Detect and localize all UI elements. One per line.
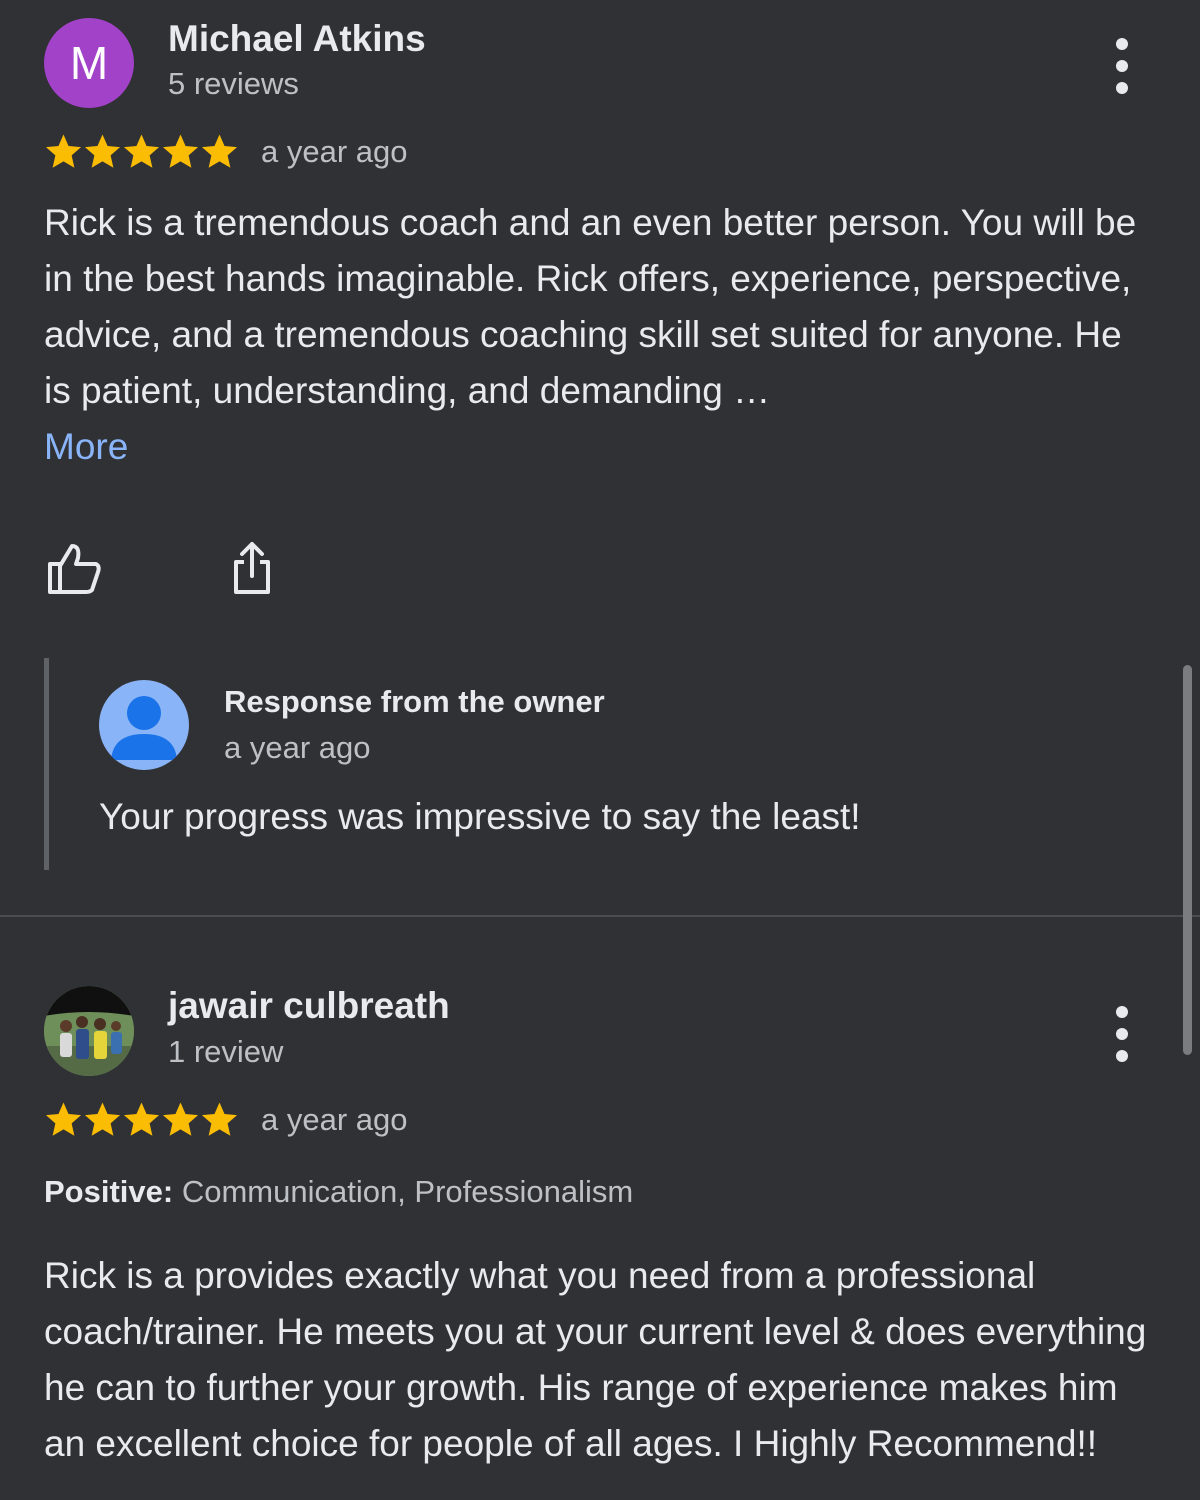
star-icon	[123, 134, 160, 168]
avatar[interactable]	[44, 986, 134, 1076]
author-review-count: 5 reviews	[168, 66, 299, 101]
star-icon	[201, 1102, 238, 1136]
star-icon	[201, 134, 238, 168]
rating-row: a year ago	[44, 1100, 408, 1139]
star-icon	[45, 1102, 82, 1136]
scrollbar[interactable]	[1183, 665, 1192, 1055]
profile-photo	[44, 986, 134, 1076]
review-text: Rick is a tremendous coach and an even b…	[44, 202, 1137, 411]
divider	[0, 915, 1200, 917]
author-name[interactable]: jawair culbreath	[168, 985, 450, 1027]
author-review-count: 1 review	[168, 1034, 284, 1069]
person-icon	[99, 680, 189, 770]
star-icon	[84, 134, 121, 168]
star-icon	[84, 1102, 121, 1136]
star-icon	[162, 1102, 199, 1136]
review-text-block: Rick is a tremendous coach and an even b…	[44, 195, 1154, 475]
owner-response-text: Your progress was impressive to say the …	[99, 796, 861, 837]
positive-values: Communication, Professionalism	[181, 1174, 634, 1209]
star-icon	[123, 1102, 160, 1136]
review-text: Rick is a provides exactly what you need…	[44, 1255, 1147, 1464]
share-icon[interactable]	[222, 538, 282, 598]
positive-label: Positive:	[44, 1174, 174, 1209]
author-name[interactable]: Michael Atkins	[168, 18, 426, 60]
avatar[interactable]: M	[44, 18, 134, 108]
star-icon	[162, 134, 199, 168]
reviews-page: M Michael Atkins 5 reviews a year ago Ri…	[0, 0, 1200, 1500]
owner-response-time: a year ago	[224, 730, 371, 765]
thumb-up-icon[interactable]	[44, 538, 104, 598]
star-icon	[45, 134, 82, 168]
owner-response: Response from the owner a year ago Your …	[44, 658, 1134, 870]
owner-response-title: Response from the owner	[224, 684, 605, 719]
more-vert-icon[interactable]	[1108, 1006, 1136, 1062]
star-rating	[44, 132, 239, 171]
more-link[interactable]: More	[44, 426, 128, 467]
review-time: a year ago	[261, 133, 408, 169]
rating-row: a year ago	[44, 132, 408, 171]
positive-attributes: Positive: Communication, Professionalism	[44, 1174, 633, 1210]
avatar-letter: M	[69, 37, 109, 89]
more-vert-icon[interactable]	[1108, 38, 1136, 94]
review-time: a year ago	[261, 1101, 408, 1137]
star-rating	[44, 1100, 239, 1139]
